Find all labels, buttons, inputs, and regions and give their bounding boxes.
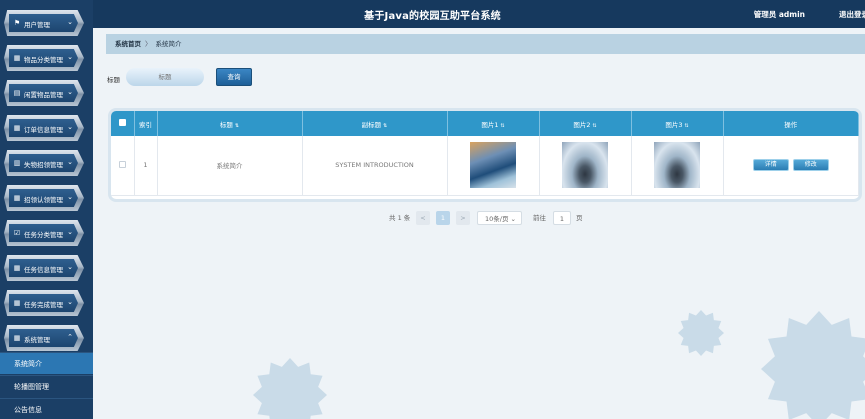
breadcrumb-current: 系统简介 — [155, 40, 182, 48]
grid-icon: ▦ — [13, 299, 21, 307]
pager-goto-label: 前往 — [533, 214, 546, 222]
clipboard-icon: ▤ — [13, 89, 21, 97]
chevron-down-icon: ⌄ — [67, 123, 73, 131]
sidebar-item-label: 闲置物品管理 — [24, 91, 63, 99]
row-checkbox[interactable] — [111, 136, 135, 196]
decorative-gear-shape — [678, 310, 724, 356]
chevron-down-icon: ⌄ — [67, 193, 73, 201]
top-bar: 基于Java的校园互助平台系统 管理员 admin 退出登录 — [0, 0, 865, 28]
sidebar-subitem-announcement[interactable]: 公告信息 — [0, 398, 93, 419]
image-thumbnail[interactable] — [654, 142, 700, 189]
sidebar-item-label: 任务分类管理 — [24, 231, 63, 239]
select-all-checkbox[interactable] — [111, 111, 135, 136]
sidebar-item-label: 物品分类管理 — [24, 56, 63, 64]
row-subtitle: SYSTEM INTRODUCTION — [302, 136, 448, 196]
column-header-image1[interactable]: 图片1 ⇅ — [447, 111, 540, 136]
search-input[interactable] — [126, 68, 204, 86]
sidebar-item-label: 订单信息管理 — [24, 126, 63, 134]
detail-button[interactable]: 详情 — [752, 159, 789, 172]
sidebar-item-label: 任务完成管理 — [24, 301, 63, 309]
pager-total: 共 1 条 — [389, 214, 411, 222]
chevron-down-icon: ⌄ — [67, 53, 73, 61]
check-icon: ☑ — [13, 229, 21, 237]
image-thumbnail[interactable] — [562, 142, 608, 189]
pager-goto-suffix: 页 — [576, 214, 583, 222]
sidebar-item-lost-found[interactable]: ▥ 失物招领管理 ⌄ — [4, 150, 84, 176]
column-header-image3[interactable]: 图片3 ⇅ — [631, 111, 724, 136]
edit-button[interactable]: 修改 — [792, 159, 829, 172]
breadcrumb-separator: 〉 — [145, 40, 152, 48]
table-header-row: 索引 标题 ⇅ 副标题 ⇅ 图片1 ⇅ 图片2 ⇅ 图片3 ⇅ 操作 — [111, 111, 859, 136]
app-title: 基于Java的校园互助平台系统 — [364, 11, 501, 22]
decorative-gear-shape — [761, 311, 865, 419]
sidebar-item-claims[interactable]: ▦ 招领认领管理 ⌄ — [4, 185, 84, 211]
sidebar-item-item-category[interactable]: ▦ 物品分类管理 ⌄ — [4, 45, 84, 71]
row-actions: 详情 修改 — [723, 136, 859, 196]
sidebar-item-task-info[interactable]: ▦ 任务信息管理 ⌄ — [4, 255, 84, 281]
column-header-index: 索引 — [134, 111, 158, 136]
logout-link[interactable]: 退出登录 — [839, 9, 865, 20]
grid-icon: ▦ — [13, 124, 21, 132]
sidebar-subitem-system-intro[interactable]: 系统简介 — [0, 352, 93, 374]
column-header-image2[interactable]: 图片2 ⇅ — [539, 111, 632, 136]
bar-chart-icon: ▥ — [13, 159, 21, 167]
sidebar: ⚑ 用户管理 ⌄ ▦ 物品分类管理 ⌄ ▤ 闲置物品管理 ⌄ ▦ 订单信息管理 … — [0, 0, 93, 419]
chevron-down-icon: ⌄ — [67, 158, 73, 166]
flag-icon: ⚑ — [13, 19, 21, 27]
sidebar-item-idle-items[interactable]: ▤ 闲置物品管理 ⌄ — [4, 80, 84, 106]
chevron-down-icon: ⌄ — [67, 18, 73, 26]
sidebar-item-label: 用户管理 — [24, 21, 50, 29]
row-image1-cell — [447, 136, 540, 196]
sort-icon: ⇅ — [500, 122, 505, 129]
decorative-gear-shape — [253, 358, 327, 419]
sidebar-item-label: 任务信息管理 — [24, 266, 63, 274]
table-row: 1 系统简介 SYSTEM INTRODUCTION 详情 修改 — [111, 136, 859, 196]
grid-icon: ▦ — [13, 194, 21, 202]
chevron-down-icon: ⌄ — [67, 263, 73, 271]
sidebar-item-task-complete[interactable]: ▦ 任务完成管理 ⌄ — [4, 290, 84, 316]
pager-size-value: 10条/页 — [485, 215, 509, 223]
row-image2-cell — [539, 136, 632, 196]
breadcrumb-home[interactable]: 系统首页 — [115, 40, 141, 48]
sort-icon: ⇅ — [234, 122, 240, 129]
sort-icon: ⇅ — [684, 122, 689, 129]
breadcrumb: 系统首页〉系统简介 — [106, 34, 865, 54]
pager-goto-input[interactable]: 1 — [553, 211, 571, 225]
sidebar-item-task-category[interactable]: ☑ 任务分类管理 ⌄ — [4, 220, 84, 246]
row-image3-cell — [631, 136, 724, 196]
sidebar-item-orders[interactable]: ▦ 订单信息管理 ⌄ — [4, 115, 84, 141]
column-header-title[interactable]: 标题 ⇅ — [157, 111, 303, 136]
sidebar-item-user-management[interactable]: ⚑ 用户管理 ⌄ — [4, 10, 84, 36]
chevron-down-icon: ⌄ — [510, 215, 516, 223]
chevron-up-icon: ⌃ — [67, 333, 73, 341]
row-title: 系统简介 — [157, 136, 303, 196]
search-label: 标题 — [107, 76, 120, 84]
pager-page-1[interactable]: 1 — [436, 211, 450, 225]
sidebar-item-label: 失物招领管理 — [24, 161, 63, 169]
column-header-actions: 操作 — [723, 111, 859, 136]
pager-size-select[interactable]: 10条/页 ⌄ — [477, 211, 522, 225]
row-index: 1 — [134, 136, 158, 196]
sort-icon: ⇅ — [383, 122, 388, 129]
sidebar-item-system[interactable]: ▦ 系统管理 ⌃ — [4, 325, 84, 351]
chevron-down-icon: ⌄ — [67, 228, 73, 236]
sidebar-subitem-carousel[interactable]: 轮播图管理 — [0, 375, 93, 397]
search-button[interactable]: 查询 — [216, 68, 252, 86]
grid-icon: ▦ — [13, 264, 21, 272]
column-header-subtitle[interactable]: 副标题 ⇅ — [302, 111, 448, 136]
grid-icon: ▦ — [13, 54, 21, 62]
grid-icon: ▦ — [13, 334, 21, 342]
pager-next-button[interactable]: > — [456, 211, 470, 225]
chevron-down-icon: ⌄ — [67, 88, 73, 96]
sidebar-item-label: 招领认领管理 — [24, 196, 63, 204]
chevron-down-icon: ⌄ — [67, 298, 73, 306]
pager-prev-button[interactable]: < — [416, 211, 430, 225]
main-content: 系统首页〉系统简介 标题 查询 索引 标题⇅ 副标题⇅ 图片1⇅ 图片2⇅ 图片… — [93, 28, 865, 419]
sidebar-item-label: 系统管理 — [24, 336, 50, 344]
image-thumbnail[interactable] — [470, 142, 516, 189]
admin-user-label: 管理员 admin — [753, 10, 805, 19]
data-table: 索引 标题 ⇅ 副标题 ⇅ 图片1 ⇅ 图片2 ⇅ 图片3 ⇅ 操作 1 系统简介 SYS… — [108, 108, 862, 202]
sort-icon: ⇅ — [592, 122, 597, 129]
